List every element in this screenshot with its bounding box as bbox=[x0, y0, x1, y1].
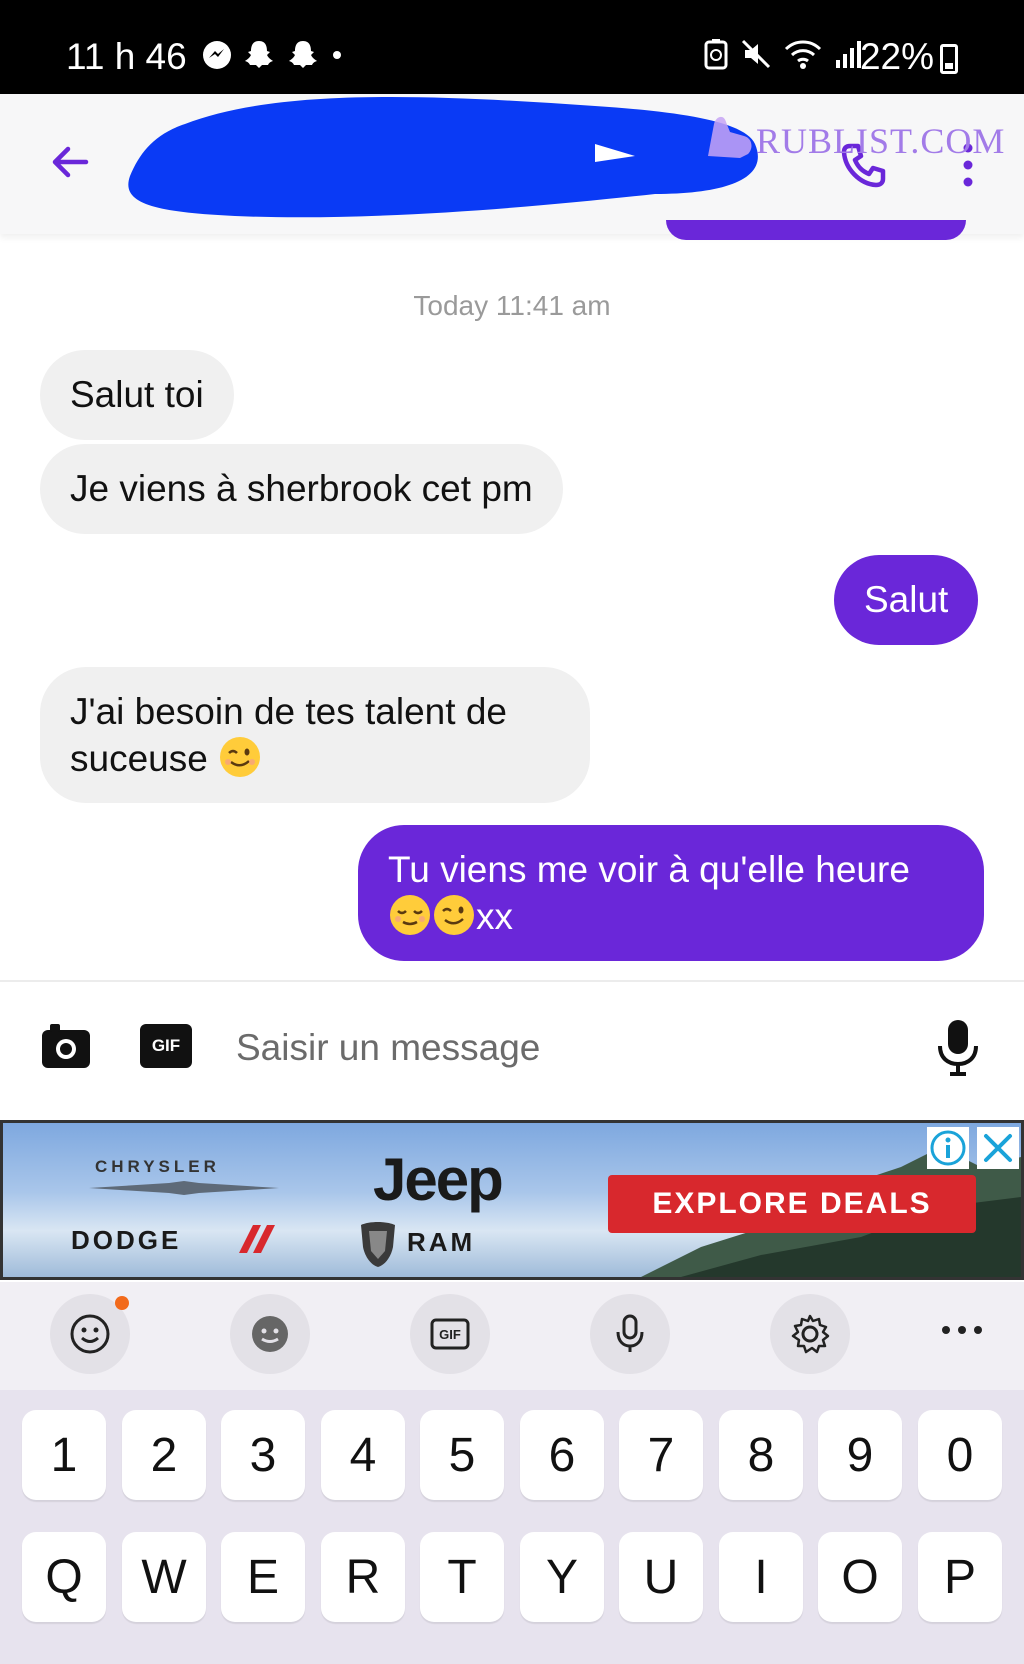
ad-close-icon[interactable] bbox=[977, 1127, 1019, 1169]
message-text: Tu viens me voir à qu'elle heure bbox=[388, 849, 910, 890]
message-input[interactable] bbox=[236, 1024, 836, 1072]
key-4[interactable]: 4 bbox=[321, 1410, 405, 1500]
previous-outgoing-bubble bbox=[666, 220, 966, 240]
battery-saver-icon bbox=[704, 39, 728, 70]
voice-input-button[interactable] bbox=[590, 1294, 670, 1374]
ad-brand-jeep: Jeep bbox=[373, 1146, 504, 1213]
wifi-icon bbox=[784, 40, 822, 69]
outgoing-message[interactable]: Tu viens me voir à qu'elle heure xx bbox=[358, 825, 984, 961]
key-5[interactable]: 5 bbox=[420, 1410, 504, 1500]
messenger-icon bbox=[203, 41, 231, 69]
ram-head-logo bbox=[361, 1222, 395, 1267]
key-i[interactable]: I bbox=[719, 1532, 803, 1622]
notification-icons bbox=[202, 38, 344, 72]
back-arrow-icon[interactable] bbox=[46, 138, 94, 186]
conversation-header: RUBLIST.COM bbox=[0, 94, 1024, 234]
rublist-logo-icon bbox=[708, 116, 752, 158]
key-r[interactable]: R bbox=[321, 1532, 405, 1622]
settings-icon bbox=[791, 1314, 830, 1354]
sticker-button[interactable] bbox=[230, 1294, 310, 1374]
message-text: Salut toi bbox=[70, 374, 204, 415]
snapchat-icon bbox=[289, 41, 317, 68]
gif-button[interactable]: GIF bbox=[140, 1024, 192, 1068]
winking-face-emoji-icon bbox=[220, 737, 261, 777]
key-e[interactable]: E bbox=[221, 1532, 305, 1622]
incoming-message[interactable]: J'ai besoin de tes talent de suceuse bbox=[40, 667, 590, 803]
voice-input-icon bbox=[616, 1314, 644, 1352]
key-u[interactable]: U bbox=[619, 1532, 703, 1622]
key-o[interactable]: O bbox=[818, 1532, 902, 1622]
chrysler-wing-logo bbox=[89, 1181, 279, 1195]
microphone-icon[interactable] bbox=[934, 1018, 982, 1076]
mute-icon bbox=[741, 39, 771, 69]
gif-icon: GIF bbox=[430, 1318, 470, 1350]
battery-icon bbox=[940, 44, 958, 74]
key-w[interactable]: W bbox=[122, 1532, 206, 1622]
notification-dot bbox=[115, 1296, 129, 1310]
gif-icon-label: GIF bbox=[439, 1327, 461, 1342]
gif-keyboard-button[interactable]: GIF bbox=[410, 1294, 490, 1374]
message-text: J'ai besoin de tes talent de bbox=[70, 691, 507, 732]
key-2[interactable]: 2 bbox=[122, 1410, 206, 1500]
incoming-message[interactable]: Salut toi bbox=[40, 350, 234, 440]
message-suffix: xx bbox=[476, 896, 513, 937]
system-icons bbox=[704, 38, 864, 70]
explore-deals-button[interactable]: EXPLORE DEALS bbox=[608, 1175, 976, 1233]
battery-percentage: 22% bbox=[859, 36, 934, 77]
dodge-stripes-logo bbox=[239, 1225, 275, 1253]
status-time: 11 h 46 bbox=[66, 36, 187, 77]
outgoing-message[interactable]: Salut bbox=[834, 555, 979, 645]
redaction-scribble bbox=[128, 97, 758, 218]
status-bar: 11 h 46 22% bbox=[0, 0, 1024, 94]
message-text-line2: suceuse bbox=[70, 738, 208, 779]
ad-brand-dodge: DODGE bbox=[71, 1225, 182, 1255]
ad-brand-chrysler: CHRYSLER bbox=[95, 1157, 220, 1176]
composer-divider bbox=[0, 980, 1024, 982]
more-notifications-dot-icon bbox=[333, 51, 341, 59]
ad-info-icon[interactable] bbox=[927, 1127, 969, 1169]
emoji-icon bbox=[70, 1314, 110, 1354]
key-y[interactable]: Y bbox=[520, 1532, 604, 1622]
camera-icon[interactable] bbox=[40, 1020, 92, 1072]
message-text: Je viens à sherbrook cet pm bbox=[70, 468, 533, 509]
key-7[interactable]: 7 bbox=[619, 1410, 703, 1500]
key-6[interactable]: 6 bbox=[520, 1410, 604, 1500]
keyboard-settings-button[interactable] bbox=[770, 1294, 850, 1374]
key-0[interactable]: 0 bbox=[918, 1410, 1002, 1500]
key-q[interactable]: Q bbox=[22, 1532, 106, 1622]
key-8[interactable]: 8 bbox=[719, 1410, 803, 1500]
winking-face-emoji-icon bbox=[434, 895, 474, 935]
relieved-face-emoji-icon bbox=[390, 895, 430, 935]
keyboard-toolbar: GIF bbox=[0, 1282, 1024, 1390]
message-text: Salut bbox=[864, 579, 949, 620]
key-3[interactable]: 3 bbox=[221, 1410, 305, 1500]
sticker-icon bbox=[252, 1316, 288, 1352]
snapchat-icon bbox=[245, 41, 273, 68]
watermark-text: RUBLIST.COM bbox=[756, 121, 1006, 161]
more-tools-button[interactable] bbox=[940, 1320, 984, 1340]
conversation-timestamp: Today 11:41 am bbox=[413, 290, 611, 321]
key-1[interactable]: 1 bbox=[22, 1410, 106, 1500]
incoming-message[interactable]: Je viens à sherbrook cet pm bbox=[40, 444, 563, 534]
key-9[interactable]: 9 bbox=[818, 1410, 902, 1500]
key-p[interactable]: P bbox=[918, 1532, 1002, 1622]
key-t[interactable]: T bbox=[420, 1532, 504, 1622]
more-horizontal-icon bbox=[942, 1326, 982, 1334]
rublist-watermark: RUBLIST.COM bbox=[700, 106, 1004, 166]
soft-keyboard: 1 2 3 4 5 6 7 8 9 0 Q W E R T Y U I O P bbox=[0, 1390, 1024, 1664]
ad-brand-ram: RAM bbox=[407, 1227, 476, 1257]
ad-banner[interactable]: CHRYSLER DODGE Jeep RAM EXPLORE DEALS bbox=[0, 1120, 1024, 1280]
